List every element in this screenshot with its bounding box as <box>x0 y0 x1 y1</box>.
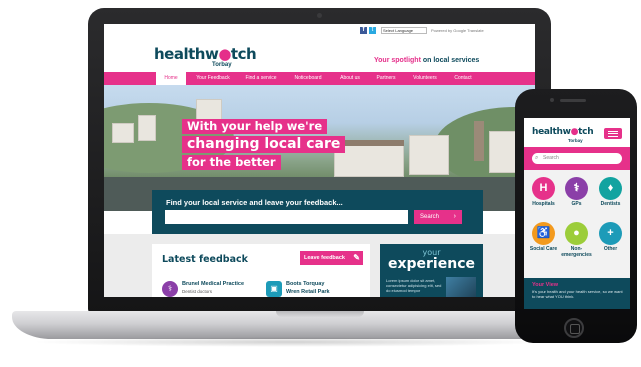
search-input[interactable] <box>165 210 408 224</box>
desktop-lower-section: Latest feedback Leave feedback ✎ ⚕ Brunel… <box>104 234 535 297</box>
service-label: Social Care <box>529 246 558 252</box>
your-view-title: Your View <box>532 282 559 288</box>
experience-text: Lorem ipsum dolor sit amet, consectetur … <box>386 278 442 293</box>
search-label: Find your local service and leave your f… <box>166 198 343 207</box>
your-experience-card[interactable]: your experience Lorem ipsum dolor sit am… <box>380 244 483 297</box>
hero-building <box>409 135 449 175</box>
language-select[interactable]: Select Language <box>381 27 427 34</box>
nav-find-a-service[interactable]: Find a service <box>240 72 282 85</box>
feedback-entry-name[interactable]: Boots Torquay <box>286 281 324 287</box>
service-label: Other <box>603 246 618 252</box>
device-mockup: f t Select Language Powered by Google Tr… <box>0 0 641 367</box>
service-non-emergencies[interactable]: ● Non-emergencies <box>560 222 593 258</box>
search-panel: Find your local service and leave your f… <box>152 190 483 234</box>
tagline-highlight: Your spotlight <box>374 57 421 64</box>
nav-about-us[interactable]: About us <box>334 72 366 85</box>
desktop-nav: Home Your Feedback Find a service Notice… <box>104 72 535 85</box>
logo-part-2: tch <box>578 127 594 137</box>
chevron-right-icon: › <box>453 213 456 220</box>
hero-building <box>112 123 134 143</box>
mobile-search-placeholder: Search <box>543 155 559 161</box>
logo-mark: ● <box>218 45 231 63</box>
hero-line-2: changing local care <box>182 136 346 153</box>
pill-icon: ● <box>565 222 588 245</box>
facebook-icon[interactable]: f <box>360 27 367 34</box>
service-dentists[interactable]: ♦ Dentists <box>594 177 627 208</box>
search-button-label: Search <box>420 214 440 220</box>
nav-your-feedback[interactable]: Your Feedback <box>192 72 234 85</box>
latest-feedback-title: Latest feedback <box>162 254 248 265</box>
nav-noticeboard[interactable]: Noticeboard <box>288 72 328 85</box>
plus-icon: + <box>599 222 622 245</box>
phone-speaker <box>560 99 586 102</box>
logo-part-1: healthw <box>154 45 219 63</box>
tagline-rest: on local services <box>420 57 480 64</box>
search-icon: ⌕ <box>535 155 539 161</box>
experience-title: experience <box>387 256 475 272</box>
phone-camera <box>550 98 554 102</box>
service-label: GPs <box>571 201 582 207</box>
hero-line-3: for the better <box>182 155 281 170</box>
leave-feedback-button[interactable]: Leave feedback ✎ <box>300 251 363 265</box>
your-view-panel[interactable]: Your View It's your health and your heal… <box>524 278 630 309</box>
hero-tower <box>474 121 484 161</box>
laptop-camera <box>317 13 322 18</box>
logo-part-2: tch <box>230 45 257 63</box>
service-label: Hospitals <box>532 201 555 207</box>
feedback-entry-sub: Dentist doctors <box>182 289 213 294</box>
mobile-logo-sub: Torbay <box>568 138 583 143</box>
desktop-logo[interactable]: healthw●tch <box>154 45 257 63</box>
service-label: Dentists <box>600 201 621 207</box>
tooth-icon: ♦ <box>599 177 622 200</box>
nav-partners[interactable]: Partners <box>370 72 402 85</box>
mobile-search-input[interactable]: ⌕ Search <box>532 153 622 164</box>
hero-building <box>138 115 156 141</box>
stethoscope-icon: ⚕ <box>565 177 588 200</box>
laptop-screen: f t Select Language Powered by Google Tr… <box>104 24 535 297</box>
phone-home-button[interactable] <box>564 318 584 338</box>
feedback-entry-name[interactable]: Brunel Medical Practice <box>182 281 244 287</box>
nav-home[interactable]: Home <box>156 72 186 85</box>
stethoscope-icon: ⚕ <box>162 281 178 297</box>
service-social-care[interactable]: ♿ Social Care <box>527 222 560 253</box>
desktop-topbar: f t Select Language Powered by Google Tr… <box>104 24 535 36</box>
search-button[interactable]: Search › <box>414 210 462 224</box>
latest-feedback-card: Latest feedback Leave feedback ✎ ⚕ Brunel… <box>152 244 370 297</box>
feedback-entry-sub: Wren Retail Park <box>286 289 330 295</box>
service-grid: H Hospitals ⚕ GPs ♦ Dentists ♿ Social Ca… <box>524 170 630 278</box>
logo-part-1: healthw <box>532 127 571 137</box>
twitter-icon[interactable]: t <box>369 27 376 34</box>
pencil-icon: ✎ <box>353 253 360 262</box>
hamburger-menu-icon[interactable] <box>604 128 622 139</box>
desktop-tagline: Your spotlight on local services <box>374 57 479 64</box>
laptop-shadow <box>30 337 550 347</box>
experience-photo <box>446 277 476 297</box>
nav-contact[interactable]: Contact <box>448 72 478 85</box>
walking-person-icon: ♿ <box>532 222 555 245</box>
service-other[interactable]: + Other <box>594 222 627 253</box>
laptop-notch <box>276 311 364 317</box>
phone-screen: healthw●tch Torbay ⌕ Search H Hospitals ⚕… <box>524 118 630 309</box>
hero-line-1: With your help we're <box>182 119 328 134</box>
your-view-text: It's your health and your health service… <box>532 289 623 299</box>
hospital-icon: H <box>532 177 555 200</box>
mobile-logo[interactable]: healthw●tch <box>532 127 594 137</box>
building-icon: ▣ <box>266 281 282 297</box>
google-translate-credit: Powered by Google Translate <box>431 28 484 33</box>
desktop-logo-sub: Torbay <box>212 62 232 68</box>
leave-feedback-label: Leave feedback <box>304 255 345 261</box>
nav-volunteers[interactable]: Volunteers <box>408 72 442 85</box>
service-label: Non-emergencies <box>561 246 592 258</box>
service-hospitals[interactable]: H Hospitals <box>527 177 560 208</box>
service-gps[interactable]: ⚕ GPs <box>560 177 593 208</box>
